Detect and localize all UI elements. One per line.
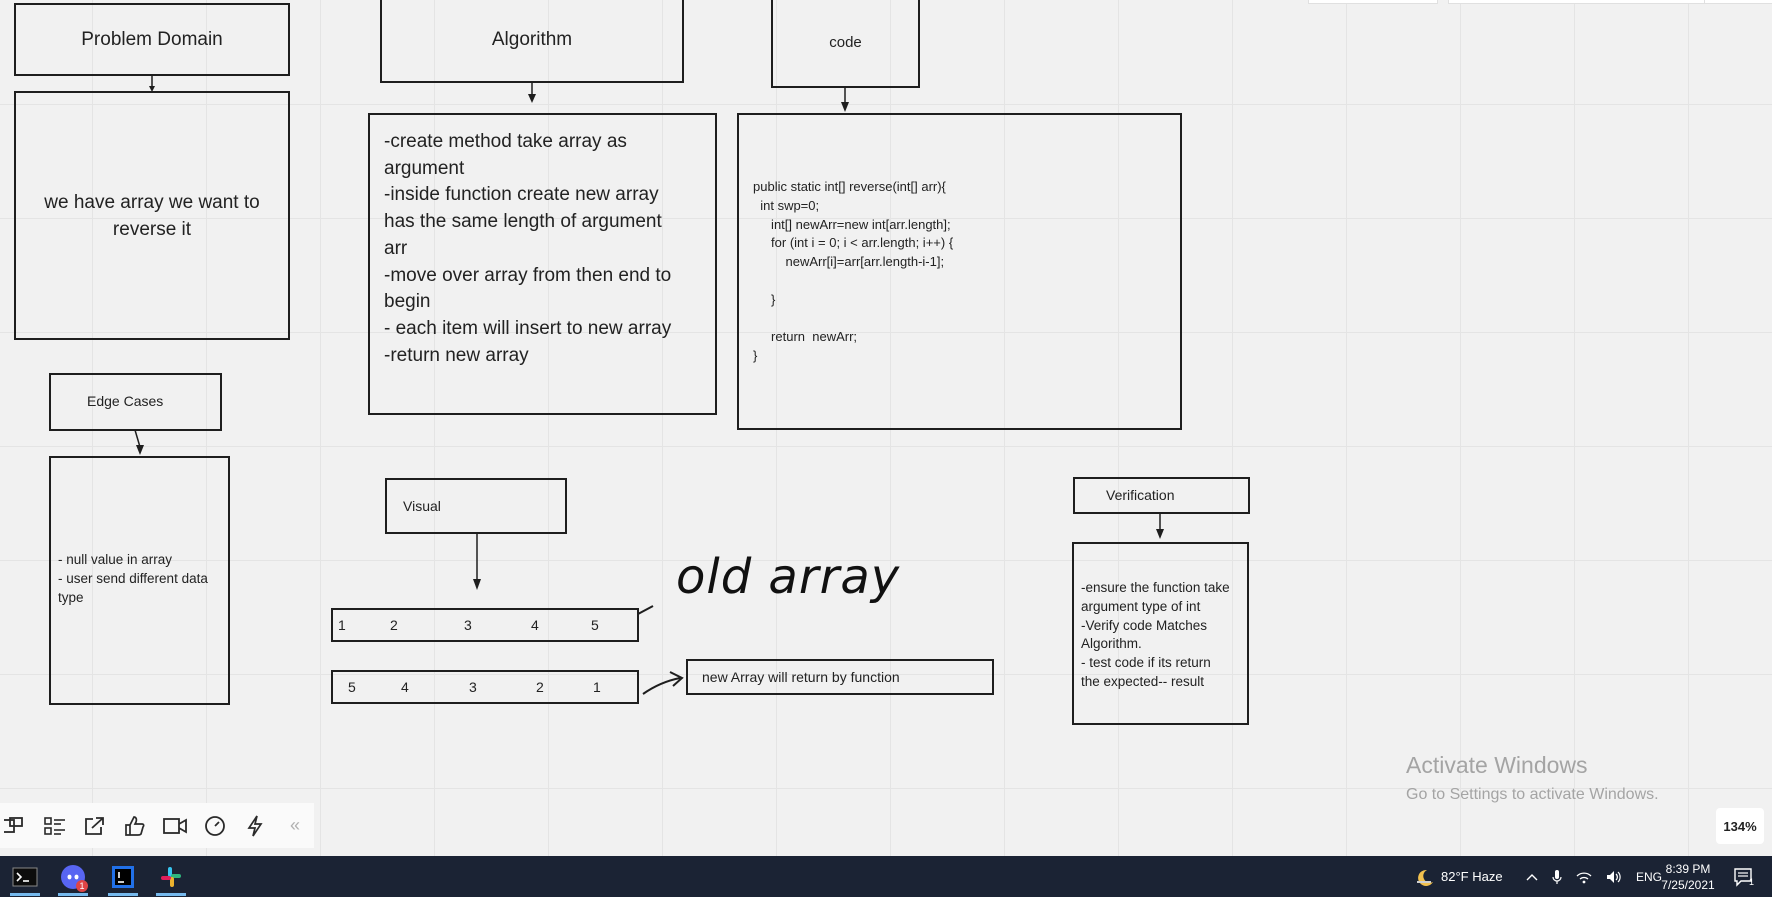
old-array-handwritten-label: old array (676, 549, 901, 605)
terminal-taskbar-button[interactable] (6, 860, 44, 896)
active-indicator (108, 893, 138, 896)
problem-domain-title-box[interactable]: Problem Domain (14, 3, 290, 76)
algorithm-title-box[interactable]: Algorithm (380, 0, 684, 83)
code-title: code (829, 33, 862, 51)
algorithm-title: Algorithm (491, 28, 573, 50)
share-icon[interactable] (80, 811, 110, 841)
discord-taskbar-button[interactable]: 1 (54, 860, 92, 896)
new-array-box[interactable]: 5 4 3 2 1 (331, 670, 639, 704)
visual-arrow (473, 534, 481, 590)
video-icon[interactable] (160, 811, 190, 841)
new-array-label: new Array will return by function (702, 669, 900, 685)
timer-icon[interactable] (200, 811, 230, 841)
problem-domain-title: Problem Domain (81, 28, 223, 50)
activate-windows-title: Activate Windows (1406, 752, 1588, 778)
notification-center-button[interactable]: 1 (1733, 856, 1754, 897)
edge-cases-text: - null value in array - user send differ… (58, 552, 208, 605)
active-indicator (156, 893, 186, 896)
old-array-item: 2 (390, 617, 398, 633)
like-icon[interactable] (120, 811, 150, 841)
lightning-icon[interactable] (240, 811, 270, 841)
edge-cases-arrow (134, 430, 144, 455)
new-array-item: 1 (593, 679, 601, 695)
old-array-item: 1 (338, 617, 346, 633)
active-indicator (58, 893, 88, 896)
old-array-pointer-line (637, 605, 654, 615)
notification-count: 1 (1749, 876, 1755, 887)
microphone-icon[interactable] (1552, 869, 1562, 885)
intellij-taskbar-button[interactable] (104, 860, 142, 896)
collapse-icon[interactable]: « (280, 811, 310, 841)
terminal-icon (12, 867, 38, 887)
top-panel-stub (1704, 0, 1772, 4)
active-indicator (10, 893, 40, 896)
list-icon[interactable] (40, 811, 70, 841)
old-array-box[interactable]: 1 2 3 4 5 (331, 608, 639, 642)
activate-windows-subtitle: Go to Settings to activate Windows. (1406, 786, 1659, 803)
problem-domain-text: we have array we want to reverse it (44, 191, 260, 240)
visual-title: Visual (403, 498, 441, 514)
code-box[interactable]: public static int[] reverse(int[] arr){ … (737, 113, 1182, 430)
visual-title-box[interactable]: Visual (385, 478, 567, 534)
new-array-item: 2 (536, 679, 544, 695)
verification-title: Verification (1106, 487, 1175, 503)
algorithm-box[interactable]: -create method take array as argument -i… (368, 113, 717, 415)
new-array-label-box[interactable]: new Array will return by function (686, 659, 994, 695)
speaker-icon[interactable] (1606, 870, 1622, 884)
clock-time: 8:39 PM (1665, 861, 1711, 876)
system-tray: ENG (1526, 856, 1662, 897)
chevron-up-icon[interactable] (1526, 872, 1538, 882)
code-arrow (841, 87, 849, 112)
verification-box[interactable]: -ensure the function take argument type … (1072, 542, 1249, 725)
top-panel-stub (1448, 0, 1708, 4)
new-array-item: 4 (401, 679, 409, 695)
clock-date: 7/25/2021 (1661, 877, 1715, 892)
weather-widget[interactable]: 82°F Haze (1415, 856, 1503, 897)
algorithm-arrow (528, 82, 536, 103)
old-array-item: 3 (464, 617, 472, 633)
code-title-box[interactable]: code (771, 0, 920, 88)
old-array-item: 5 (591, 617, 599, 633)
edge-cases-box[interactable]: - null value in array - user send differ… (49, 456, 230, 705)
windows-taskbar: 1 82°F Haze ENG 8:39 PM 7/25/2021 1 (0, 856, 1772, 897)
intellij-icon (112, 866, 134, 888)
algorithm-text: -create method take array as argument -i… (384, 131, 672, 366)
zoom-level-button[interactable]: 134% (1716, 808, 1764, 844)
new-array-arrow (642, 671, 684, 695)
frames-icon[interactable] (0, 811, 30, 841)
verification-arrow (1156, 512, 1164, 539)
clock[interactable]: 8:39 PM 7/25/2021 (1652, 856, 1724, 897)
weather-icon (1417, 869, 1433, 886)
new-array-item: 5 (348, 679, 356, 695)
verification-title-box[interactable]: Verification (1073, 477, 1250, 514)
code-text: public static int[] reverse(int[] arr){ … (753, 179, 954, 364)
whiteboard-canvas[interactable]: Problem Domain we have array we want to … (0, 0, 1772, 856)
weather-text: 82°F Haze (1441, 869, 1503, 884)
edge-cases-title: Edge Cases (87, 393, 164, 409)
new-array-item: 3 (469, 679, 477, 695)
problem-domain-box[interactable]: we have array we want to reverse it (14, 91, 290, 340)
top-panel-stub (1308, 0, 1438, 4)
slack-taskbar-button[interactable] (152, 860, 190, 896)
old-array-item: 4 (531, 617, 539, 633)
board-toolbar: « (0, 803, 314, 848)
slack-icon (161, 867, 181, 887)
discord-badge: 1 (76, 880, 88, 892)
edge-cases-title-box[interactable]: Edge Cases (49, 373, 222, 431)
verification-text: -ensure the function take argument type … (1081, 580, 1230, 689)
network-icon[interactable] (1576, 870, 1592, 884)
